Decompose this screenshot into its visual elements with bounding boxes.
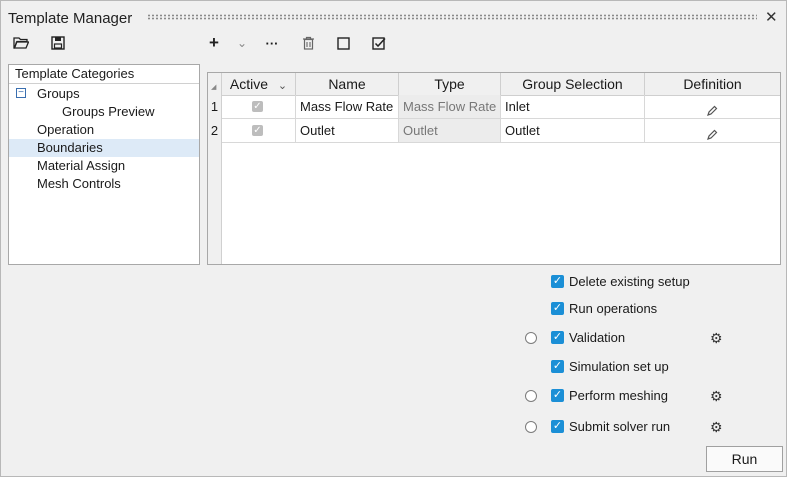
row-number[interactable]: 1	[208, 95, 221, 119]
template-categories-header: Template Categories	[9, 65, 199, 84]
category-groups[interactable]: Groups	[37, 85, 80, 103]
template-manager-window: Template Manager ✕ + ⌄ ··· Template Cate…	[0, 0, 787, 477]
table-row-1-name[interactable]: Mass Flow Rate	[296, 95, 399, 119]
column-header-active[interactable]: Active ⌄	[222, 73, 296, 96]
select-all-corner-icon[interactable]: ◢	[211, 83, 216, 91]
sort-chevron-icon[interactable]: ⌄	[278, 80, 287, 92]
template-categories-panel: Template Categories − Groups Groups Prev…	[8, 64, 200, 265]
table-row-2-active: ✓	[222, 119, 296, 143]
deselect-all-icon[interactable]	[333, 34, 353, 52]
drag-grip[interactable]	[147, 14, 757, 20]
simulation-set-up-label: Simulation set up	[569, 359, 669, 374]
run-operations-label: Run operations	[569, 301, 658, 316]
delete-existing-setup-label: Delete existing setup	[569, 274, 690, 289]
table-row-1-type: Mass Flow Rate	[399, 95, 501, 119]
add-dropdown-chevron-icon[interactable]: ⌄	[232, 34, 252, 52]
table-row-1-group-selection[interactable]: Inlet	[501, 95, 645, 119]
save-icon[interactable]	[48, 34, 68, 52]
category-material-assign[interactable]: Material Assign	[37, 157, 125, 175]
column-header-definition[interactable]: Definition	[645, 73, 780, 96]
solver-settings-gear-icon[interactable]: ⚙	[710, 420, 723, 434]
meshing-settings-gear-icon[interactable]: ⚙	[710, 389, 723, 403]
active-checkbox[interactable]: ✓	[252, 101, 263, 112]
collapse-icon[interactable]: −	[16, 88, 26, 98]
validation-label: Validation	[569, 330, 626, 345]
table-row-2-name[interactable]: Outlet	[296, 119, 399, 143]
more-options-icon[interactable]: ···	[262, 34, 282, 52]
edit-pencil-icon[interactable]	[706, 125, 718, 142]
perform-meshing-radio[interactable]	[525, 390, 537, 402]
delete-existing-setup-checkbox[interactable]: ✓	[551, 275, 564, 288]
table-row-2-type: Outlet	[399, 119, 501, 143]
edit-pencil-icon[interactable]	[706, 101, 718, 118]
open-folder-icon[interactable]	[11, 34, 31, 52]
category-groups-preview[interactable]: Groups Preview	[62, 103, 154, 121]
perform-meshing-label: Perform meshing	[569, 388, 668, 403]
window-title: Template Manager	[8, 10, 133, 27]
validation-checkbox[interactable]: ✓	[551, 331, 564, 344]
category-operation[interactable]: Operation	[37, 121, 94, 139]
column-header-name[interactable]: Name	[296, 73, 399, 96]
submit-solver-run-checkbox[interactable]: ✓	[551, 420, 564, 433]
simulation-set-up-checkbox[interactable]: ✓	[551, 360, 564, 373]
active-checkbox[interactable]: ✓	[252, 125, 263, 136]
delete-icon[interactable]	[298, 34, 318, 52]
run-operations-checkbox[interactable]: ✓	[551, 302, 564, 315]
table-row-1-active: ✓	[222, 95, 296, 119]
boundaries-table: ◢ Active ⌄ Name Type Group Selection Def…	[207, 72, 781, 265]
row-number[interactable]: 2	[208, 119, 221, 143]
category-boundaries[interactable]: Boundaries	[9, 139, 199, 157]
table-row-1-definition	[645, 95, 780, 119]
add-icon[interactable]: +	[204, 34, 224, 52]
select-all-icon[interactable]	[369, 34, 389, 52]
table-row-2-definition	[645, 119, 780, 143]
column-header-type[interactable]: Type	[399, 73, 501, 96]
table-row-2-group-selection[interactable]: Outlet	[501, 119, 645, 143]
run-button[interactable]: Run	[706, 446, 783, 472]
category-mesh-controls[interactable]: Mesh Controls	[37, 175, 121, 193]
validation-radio[interactable]	[525, 332, 537, 344]
column-header-group-selection[interactable]: Group Selection	[501, 73, 645, 96]
submit-solver-run-label: Submit solver run	[569, 419, 671, 434]
column-active-label: Active	[229, 76, 268, 92]
validation-settings-gear-icon[interactable]: ⚙	[710, 331, 723, 345]
close-icon[interactable]: ✕	[765, 9, 778, 27]
perform-meshing-checkbox[interactable]: ✓	[551, 389, 564, 402]
title-bar[interactable]: Template Manager ✕	[1, 1, 786, 35]
submit-solver-run-radio[interactable]	[525, 421, 537, 433]
